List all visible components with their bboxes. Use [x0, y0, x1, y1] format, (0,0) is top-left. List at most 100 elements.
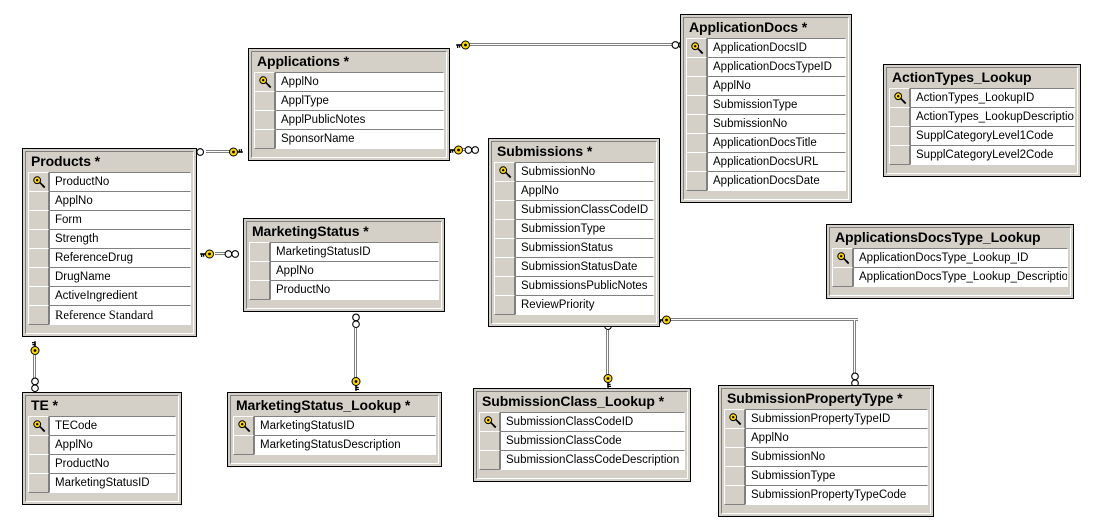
field-row[interactable]: ApplNo — [254, 72, 444, 92]
entity-table-submissions[interactable]: Submissions * SubmissionNo ApplNo Submissio… — [488, 138, 660, 327]
field-gutter-cell — [249, 280, 270, 300]
field-row[interactable]: ApplNo — [28, 191, 191, 211]
field-gutter-cell — [254, 110, 275, 130]
entity-table-applications[interactable]: Applications * ApplNo ApplType ApplPublicNo… — [248, 48, 450, 161]
field-name: ReferenceDrug — [49, 248, 191, 268]
field-gutter-cell — [494, 257, 515, 277]
field-row[interactable]: ActionTypes_LookupDescription — [889, 107, 1075, 127]
field-row[interactable]: DrugName — [28, 267, 191, 287]
field-list: ApplicationDocsType_Lookup_ID Application… — [832, 248, 1068, 287]
field-row[interactable]: SubmissionNo — [724, 447, 928, 467]
field-row[interactable]: SubmissionClassCodeID — [494, 200, 654, 220]
field-row[interactable]: ProductNo — [28, 454, 176, 474]
field-list: ProductNo ApplNo Form Strength ReferenceDrug… — [28, 172, 191, 325]
key-icon — [238, 420, 251, 433]
entity-table-applicationsdocstype_lookup[interactable]: ApplicationsDocsType_Lookup ApplicationDo… — [826, 224, 1074, 299]
entity-table-inner: MarketingStatus * MarketingStatusID ApplNo… — [246, 221, 442, 309]
relationship-line[interactable] — [354, 328, 357, 378]
field-gutter-cell — [889, 126, 910, 146]
field-row[interactable]: ReferenceDrug — [28, 248, 191, 268]
field-row[interactable]: ApplNo — [686, 76, 846, 96]
field-row[interactable]: SubmissionStatusDate — [494, 257, 654, 277]
entity-table-inner: ActionTypes_Lookup ActionTypes_LookupID Ac… — [886, 67, 1078, 174]
field-row[interactable]: ProductNo — [28, 172, 191, 192]
field-row[interactable]: SubmissionType — [724, 466, 928, 486]
field-name: SubmissionStatus — [515, 238, 654, 258]
field-row[interactable]: ApplicationDocsTitle — [686, 133, 846, 153]
entity-table-te[interactable]: TE * TECode ApplNo ProductNo MarketingStatus… — [22, 392, 182, 505]
field-name: SubmissionType — [515, 219, 654, 239]
entity-table-title: SubmissionClass_Lookup * — [482, 393, 664, 409]
field-row[interactable]: Strength — [28, 229, 191, 249]
field-row[interactable]: ApplNo — [28, 435, 176, 455]
field-row[interactable]: Form — [28, 210, 191, 230]
field-row[interactable]: ActiveIngredient — [28, 286, 191, 306]
field-name: ApplType — [275, 91, 444, 111]
field-row[interactable]: SubmissionNo — [494, 162, 654, 182]
key-icon — [729, 413, 742, 426]
field-row[interactable]: ApplPublicNotes — [254, 110, 444, 130]
field-row[interactable]: ApplicationDocsType_Lookup_ID — [832, 248, 1068, 268]
field-row[interactable]: SubmissionPropertyTypeCode — [724, 485, 928, 505]
field-row[interactable]: ApplicationDocsID — [686, 38, 846, 58]
entity-table-submissionpropertytype[interactable]: SubmissionPropertyType * SubmissionProper… — [718, 385, 934, 517]
field-row[interactable]: MarketingStatusID — [233, 416, 436, 436]
field-row[interactable]: MarketingStatusID — [28, 473, 176, 493]
entity-table-submissionclass_lookup[interactable]: SubmissionClass_Lookup * SubmissionClassC… — [473, 388, 691, 482]
relationship-line[interactable] — [671, 318, 858, 321]
entity-table-marketingstatus[interactable]: MarketingStatus * MarketingStatusID ApplNo… — [243, 218, 445, 312]
field-gutter-cell — [28, 286, 49, 306]
field-row[interactable]: SubmissionClassCodeDescription — [479, 450, 685, 470]
entity-table-products[interactable]: Products * ProductNo ApplNo Form Strength Ref… — [22, 148, 197, 337]
field-row[interactable]: SubmissionPropertyTypeID — [724, 409, 928, 429]
field-row[interactable]: Reference Standard — [28, 305, 191, 325]
field-row[interactable]: MarketingStatusID — [249, 242, 439, 262]
field-gutter-cell — [479, 431, 500, 451]
field-row[interactable]: ApplicationDocsURL — [686, 152, 846, 172]
primary-key-cell — [28, 172, 49, 192]
entity-table-title: Applications * — [257, 53, 349, 69]
field-row[interactable]: SubmissionNo — [686, 114, 846, 134]
field-row[interactable]: SubmissionStatus — [494, 238, 654, 258]
field-row[interactable]: ApplicationDocsTypeID — [686, 57, 846, 77]
relationship-line[interactable] — [606, 330, 609, 375]
field-gutter-cell — [686, 95, 707, 115]
field-row[interactable]: ApplNo — [724, 428, 928, 448]
field-row[interactable]: ApplNo — [249, 261, 439, 281]
relationship-line[interactable] — [853, 320, 856, 378]
relationship-many-infinity-icon — [224, 249, 240, 259]
field-row[interactable]: SupplCategoryLevel1Code — [889, 126, 1075, 146]
field-row[interactable]: TECode — [28, 416, 176, 436]
field-row[interactable]: ProductNo — [249, 280, 439, 300]
field-row[interactable]: ApplicationDocsType_Lookup_Description — [832, 267, 1068, 287]
field-row[interactable]: MarketingStatusDescription — [233, 435, 436, 455]
field-row[interactable]: SubmissionsPublicNotes — [494, 276, 654, 296]
field-row[interactable]: SubmissionClassCodeID — [479, 412, 685, 432]
field-name: SubmissionType — [745, 466, 928, 486]
field-name: Reference Standard — [49, 305, 191, 325]
field-gutter-cell — [28, 267, 49, 287]
field-row[interactable]: SupplCategoryLevel2Code — [889, 145, 1075, 165]
field-row[interactable]: SubmissionClassCode — [479, 431, 685, 451]
entity-table-marketingstatus_lookup[interactable]: MarketingStatus_Lookup * MarketingStatusI… — [227, 392, 442, 467]
field-row[interactable]: ReviewPriority — [494, 295, 654, 315]
field-row[interactable]: SubmissionType — [494, 219, 654, 239]
field-row[interactable]: ActionTypes_LookupID — [889, 88, 1075, 108]
field-gutter-cell — [28, 229, 49, 249]
field-row[interactable]: SponsorName — [254, 129, 444, 149]
field-name: ApplNo — [745, 428, 928, 448]
relationship-line[interactable] — [470, 43, 678, 46]
field-row[interactable]: ApplNo — [494, 181, 654, 201]
field-gutter-cell — [28, 305, 49, 325]
field-gutter-cell — [494, 200, 515, 220]
field-gutter-cell — [28, 210, 49, 230]
entity-table-applicationdocs[interactable]: ApplicationDocs * ApplicationDocsID Applic… — [680, 14, 852, 203]
field-row[interactable]: ApplType — [254, 91, 444, 111]
field-row[interactable]: SubmissionType — [686, 95, 846, 115]
field-name: ApplicationDocsTitle — [707, 133, 846, 153]
field-name: ApplNo — [270, 261, 439, 281]
field-list: ActionTypes_LookupID ActionTypes_LookupDe… — [889, 88, 1075, 165]
entity-table-title: MarketingStatus * — [252, 223, 369, 239]
entity-table-actiontypes_lookup[interactable]: ActionTypes_Lookup ActionTypes_LookupID Ac… — [883, 64, 1081, 177]
field-row[interactable]: ApplicationDocsDate — [686, 171, 846, 191]
